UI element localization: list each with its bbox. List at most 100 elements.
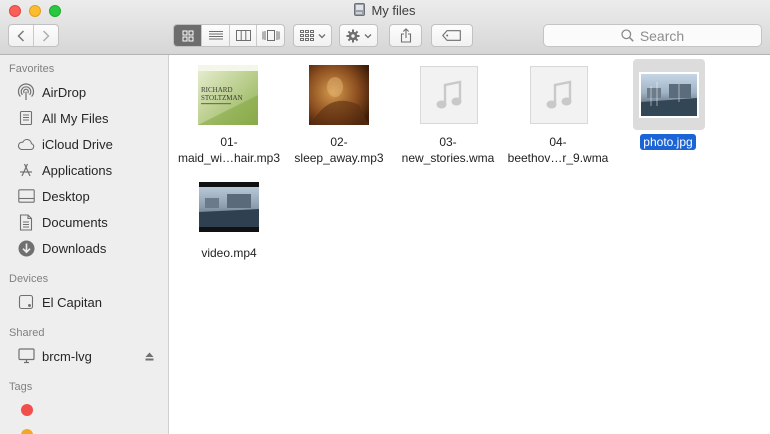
sidebar-heading-tags: Tags [9, 381, 33, 393]
file-item[interactable]: 03- new_stories.wma [388, 55, 508, 175]
album-artist-line2: STOLTZMAN [201, 94, 243, 102]
document-icon [17, 213, 35, 231]
sidebar-heading-favorites: Favorites [9, 63, 55, 75]
sidebar-item-brcm-lvg[interactable]: brcm-lvg [17, 346, 92, 366]
music-file-tile [420, 66, 478, 124]
cover-flow-icon [262, 30, 280, 41]
sidebar-item-documents[interactable]: Documents [17, 212, 108, 232]
eject-icon[interactable] [145, 352, 154, 361]
sidebar-item-label: Downloads [42, 240, 107, 256]
tag-red-dot[interactable] [21, 404, 33, 416]
edit-tags-button[interactable] [431, 24, 473, 47]
sidebar-item-all-my-files[interactable]: All My Files [17, 108, 108, 128]
file-item[interactable]: video.mp4 [169, 175, 289, 275]
sidebar-item-label: All My Files [42, 110, 109, 126]
window-title: My files [0, 3, 770, 18]
file-name: 01- maid_wi…hair.mp3 [169, 134, 289, 166]
file-thumbnail [529, 65, 589, 125]
file-name-line2: beethov…r_9.wma [507, 151, 609, 165]
sidebar-item-el-capitan[interactable]: El Capitan [17, 292, 102, 312]
tag-orange-dot[interactable] [21, 429, 33, 434]
sidebar-item-label: brcm-lvg [42, 348, 92, 364]
arrange-grid-icon [299, 30, 314, 41]
file-name: photo.jpg [608, 134, 728, 150]
search-placeholder: Search [639, 27, 685, 44]
cloud-icon [17, 135, 35, 153]
share-icon [400, 28, 411, 43]
column-view-button[interactable] [228, 25, 257, 46]
file-browser-icon-view: RICHARD STOLTZMAN 01- maid_wi…hair.mp3 0… [170, 55, 770, 434]
applications-icon [17, 161, 35, 179]
file-name-line2: maid_wi…hair.mp3 [177, 151, 281, 165]
chevron-right-icon [43, 29, 50, 42]
album-art-richard-stoltzman: RICHARD STOLTZMAN [198, 65, 258, 125]
file-name-line1: 03- [439, 135, 457, 149]
icon-view-icon [182, 30, 194, 41]
sidebar-item-label: AirDrop [42, 84, 87, 100]
chevron-left-icon [17, 29, 25, 42]
album-art-thumbnail [309, 65, 369, 125]
sidebar-item-label: Documents [42, 214, 108, 230]
file-item[interactable]: RICHARD STOLTZMAN 01- maid_wi…hair.mp3 [169, 55, 289, 175]
file-item-selected[interactable]: photo.jpg [608, 55, 728, 175]
hard-drive-icon [17, 293, 35, 311]
file-name: 04- beethov…r_9.wma [498, 134, 618, 166]
search-icon [621, 29, 634, 42]
video-harbor [199, 182, 259, 232]
album-art-brown [309, 65, 369, 125]
sidebar-item-desktop[interactable]: Desktop [17, 186, 90, 206]
sidebar-item-label: Desktop [42, 188, 90, 204]
sidebar: Favorites AirDrop All My Files iCloud Dr… [0, 55, 169, 434]
disk-image-icon [354, 3, 366, 16]
download-icon [17, 239, 35, 257]
file-name: 03- new_stories.wma [388, 134, 508, 166]
music-note-icon [436, 80, 462, 109]
monitor-icon [17, 347, 35, 365]
search-field[interactable]: Search [543, 24, 762, 47]
album-artist-line1: RICHARD [201, 86, 233, 94]
sidebar-item-icloud-drive[interactable]: iCloud Drive [17, 134, 113, 154]
gear-icon [346, 29, 359, 42]
list-view-button[interactable] [201, 25, 229, 46]
view-mode-control [173, 24, 285, 47]
toolbar: My files Search [0, 0, 770, 55]
file-name: 02- sleep_away.mp3 [279, 134, 399, 166]
icon-view-button[interactable] [174, 25, 202, 46]
tag-icon [442, 30, 461, 41]
chevron-down-icon [364, 33, 371, 38]
file-name-line2: new_stories.wma [401, 151, 495, 165]
column-view-icon [235, 30, 251, 41]
sidebar-item-applications[interactable]: Applications [17, 160, 112, 180]
arrange-button[interactable] [293, 24, 332, 47]
all-files-icon [17, 109, 35, 127]
file-name-line1: 02- [330, 135, 348, 149]
share-button[interactable] [389, 24, 422, 47]
sidebar-heading-shared: Shared [9, 327, 45, 339]
file-name: video.mp4 [169, 245, 289, 261]
album-art-thumbnail: RICHARD STOLTZMAN [198, 65, 258, 125]
sidebar-heading-devices: Devices [9, 273, 49, 285]
action-menu-button[interactable] [339, 24, 378, 47]
window-title-text: My files [371, 3, 416, 18]
back-button[interactable] [9, 25, 33, 46]
photo-harbor [639, 72, 699, 118]
sidebar-item-downloads[interactable]: Downloads [17, 238, 106, 258]
file-thumbnail [639, 65, 699, 125]
airdrop-icon [17, 83, 35, 101]
file-item[interactable]: 04- beethov…r_9.wma [498, 55, 618, 175]
desktop-icon [17, 187, 35, 205]
cover-flow-view-button[interactable] [256, 25, 284, 46]
file-item[interactable]: 02- sleep_away.mp3 [279, 55, 399, 175]
file-thumbnail [198, 181, 260, 233]
sidebar-item-airdrop[interactable]: AirDrop [17, 82, 86, 102]
file-name-selected-label: photo.jpg [640, 134, 696, 150]
chevron-down-icon [318, 33, 325, 38]
file-thumbnail [419, 65, 479, 125]
file-name-line1: 01- [220, 135, 238, 149]
list-view-icon [208, 31, 223, 40]
sidebar-item-label: Applications [42, 162, 113, 178]
file-name-line1: 04- [549, 135, 567, 149]
forward-button[interactable] [33, 25, 58, 46]
file-name-line1: video.mp4 [201, 246, 257, 260]
sidebar-item-label: iCloud Drive [42, 136, 113, 152]
